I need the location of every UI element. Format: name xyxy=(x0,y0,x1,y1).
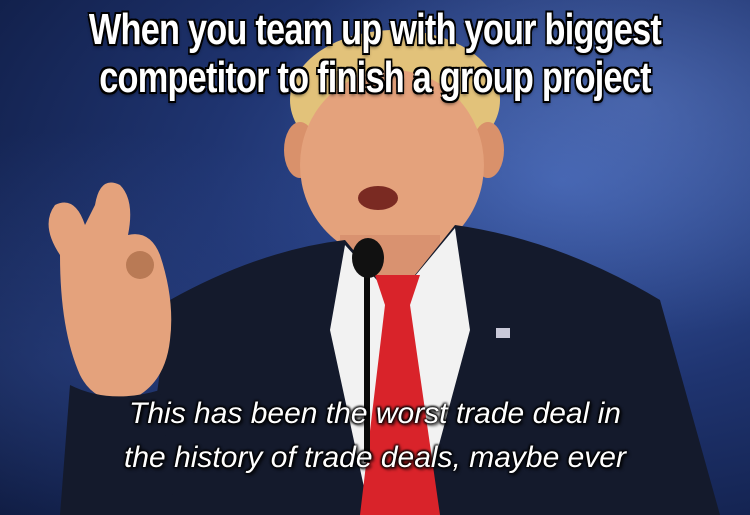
flag-pin xyxy=(496,328,510,338)
subtitle-caption: This has been the worst trade deal in th… xyxy=(0,392,750,480)
ok-sign-circle xyxy=(126,251,154,279)
meme-image: When you team up with your biggest compe… xyxy=(0,0,750,515)
subtitle-line-1: This has been the worst trade deal in xyxy=(129,397,621,430)
subtitle-line-2: the history of trade deals, maybe ever xyxy=(124,441,626,474)
top-caption-line-1: When you team up with your biggest xyxy=(88,5,662,54)
mouth xyxy=(358,186,398,210)
raised-hand xyxy=(48,182,172,401)
microphone-head xyxy=(352,238,384,278)
top-caption: When you team up with your biggest compe… xyxy=(83,6,668,102)
top-caption-line-2: competitor to finish a group project xyxy=(99,53,651,102)
